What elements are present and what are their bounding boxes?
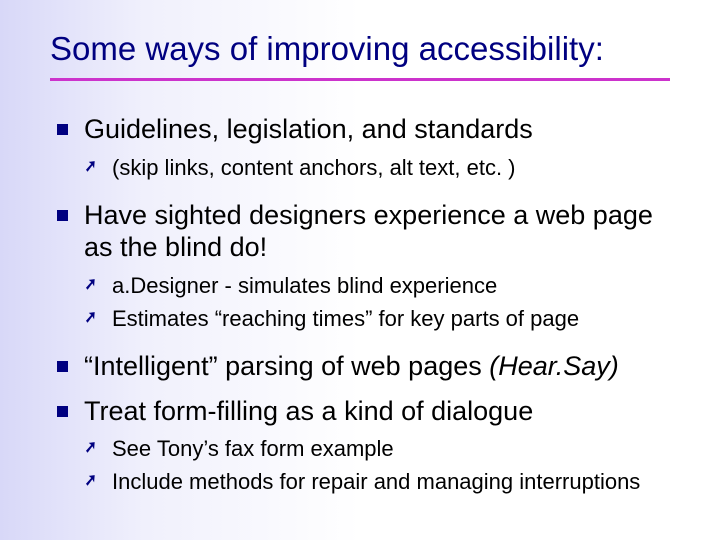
bullet-text: Guidelines, legislation, and standards xyxy=(84,113,684,146)
bullet-item: Treat form-filling as a kind of dialogue… xyxy=(50,395,684,497)
bullet-text-part: (Hear.Say) xyxy=(489,351,619,381)
sub-bullet-item: ➚ Include methods for repair and managing… xyxy=(84,468,684,497)
bullet-item: “Intelligent” parsing of web pages (Hear… xyxy=(50,350,684,383)
arrow-icon: ➚ xyxy=(85,436,97,458)
bullet-text: “Intelligent” parsing of web pages (Hear… xyxy=(84,350,684,383)
sub-bullet-text: a.Designer - simulates blind experience xyxy=(112,273,497,298)
sub-bullet-text: (skip links, content anchors, alt text, … xyxy=(112,155,516,180)
arrow-icon: ➚ xyxy=(85,306,97,328)
sub-bullet-list: ➚ a.Designer - simulates blind experience… xyxy=(84,272,684,333)
sub-bullet-text: See Tony’s fax form example xyxy=(112,436,394,461)
bullet-item: Guidelines, legislation, and standards ➚ (… xyxy=(50,113,684,183)
arrow-icon: ➚ xyxy=(85,155,97,177)
sub-bullet-item: ➚ See Tony’s fax form example xyxy=(84,435,684,464)
bullet-text-part: Guidelines, legislation, and standards xyxy=(84,114,533,144)
bullet-list: Guidelines, legislation, and standards ➚ (… xyxy=(50,113,684,497)
sub-bullet-item: ➚ (skip links, content anchors, alt text,… xyxy=(84,154,684,183)
bullet-text: Have sighted designers experience a web … xyxy=(84,199,684,265)
bullet-text-part: Have sighted designers experience a web … xyxy=(84,200,653,263)
sub-bullet-item: ➚ Estimates “reaching times” for key part… xyxy=(84,305,684,334)
bullet-text-part: Treat form-filling as a kind of dialogue xyxy=(84,396,533,426)
arrow-icon: ➚ xyxy=(85,469,97,491)
sub-bullet-list: ➚ See Tony’s fax form example ➚ Include met… xyxy=(84,435,684,496)
slide: Some ways of improving accessibility: Gu… xyxy=(0,0,720,540)
bullet-item: Have sighted designers experience a web … xyxy=(50,199,684,334)
slide-title: Some ways of improving accessibility: xyxy=(50,30,684,68)
sub-bullet-text: Estimates “reaching times” for key parts… xyxy=(112,306,579,331)
bullet-text-part: “Intelligent” parsing of web pages xyxy=(84,351,489,381)
arrow-icon: ➚ xyxy=(85,273,97,295)
title-underline xyxy=(50,78,670,81)
sub-bullet-item: ➚ a.Designer - simulates blind experience xyxy=(84,272,684,301)
sub-bullet-list: ➚ (skip links, content anchors, alt text,… xyxy=(84,154,684,183)
sub-bullet-text: Include methods for repair and managing … xyxy=(112,469,640,494)
bullet-text: Treat form-filling as a kind of dialogue xyxy=(84,395,684,428)
